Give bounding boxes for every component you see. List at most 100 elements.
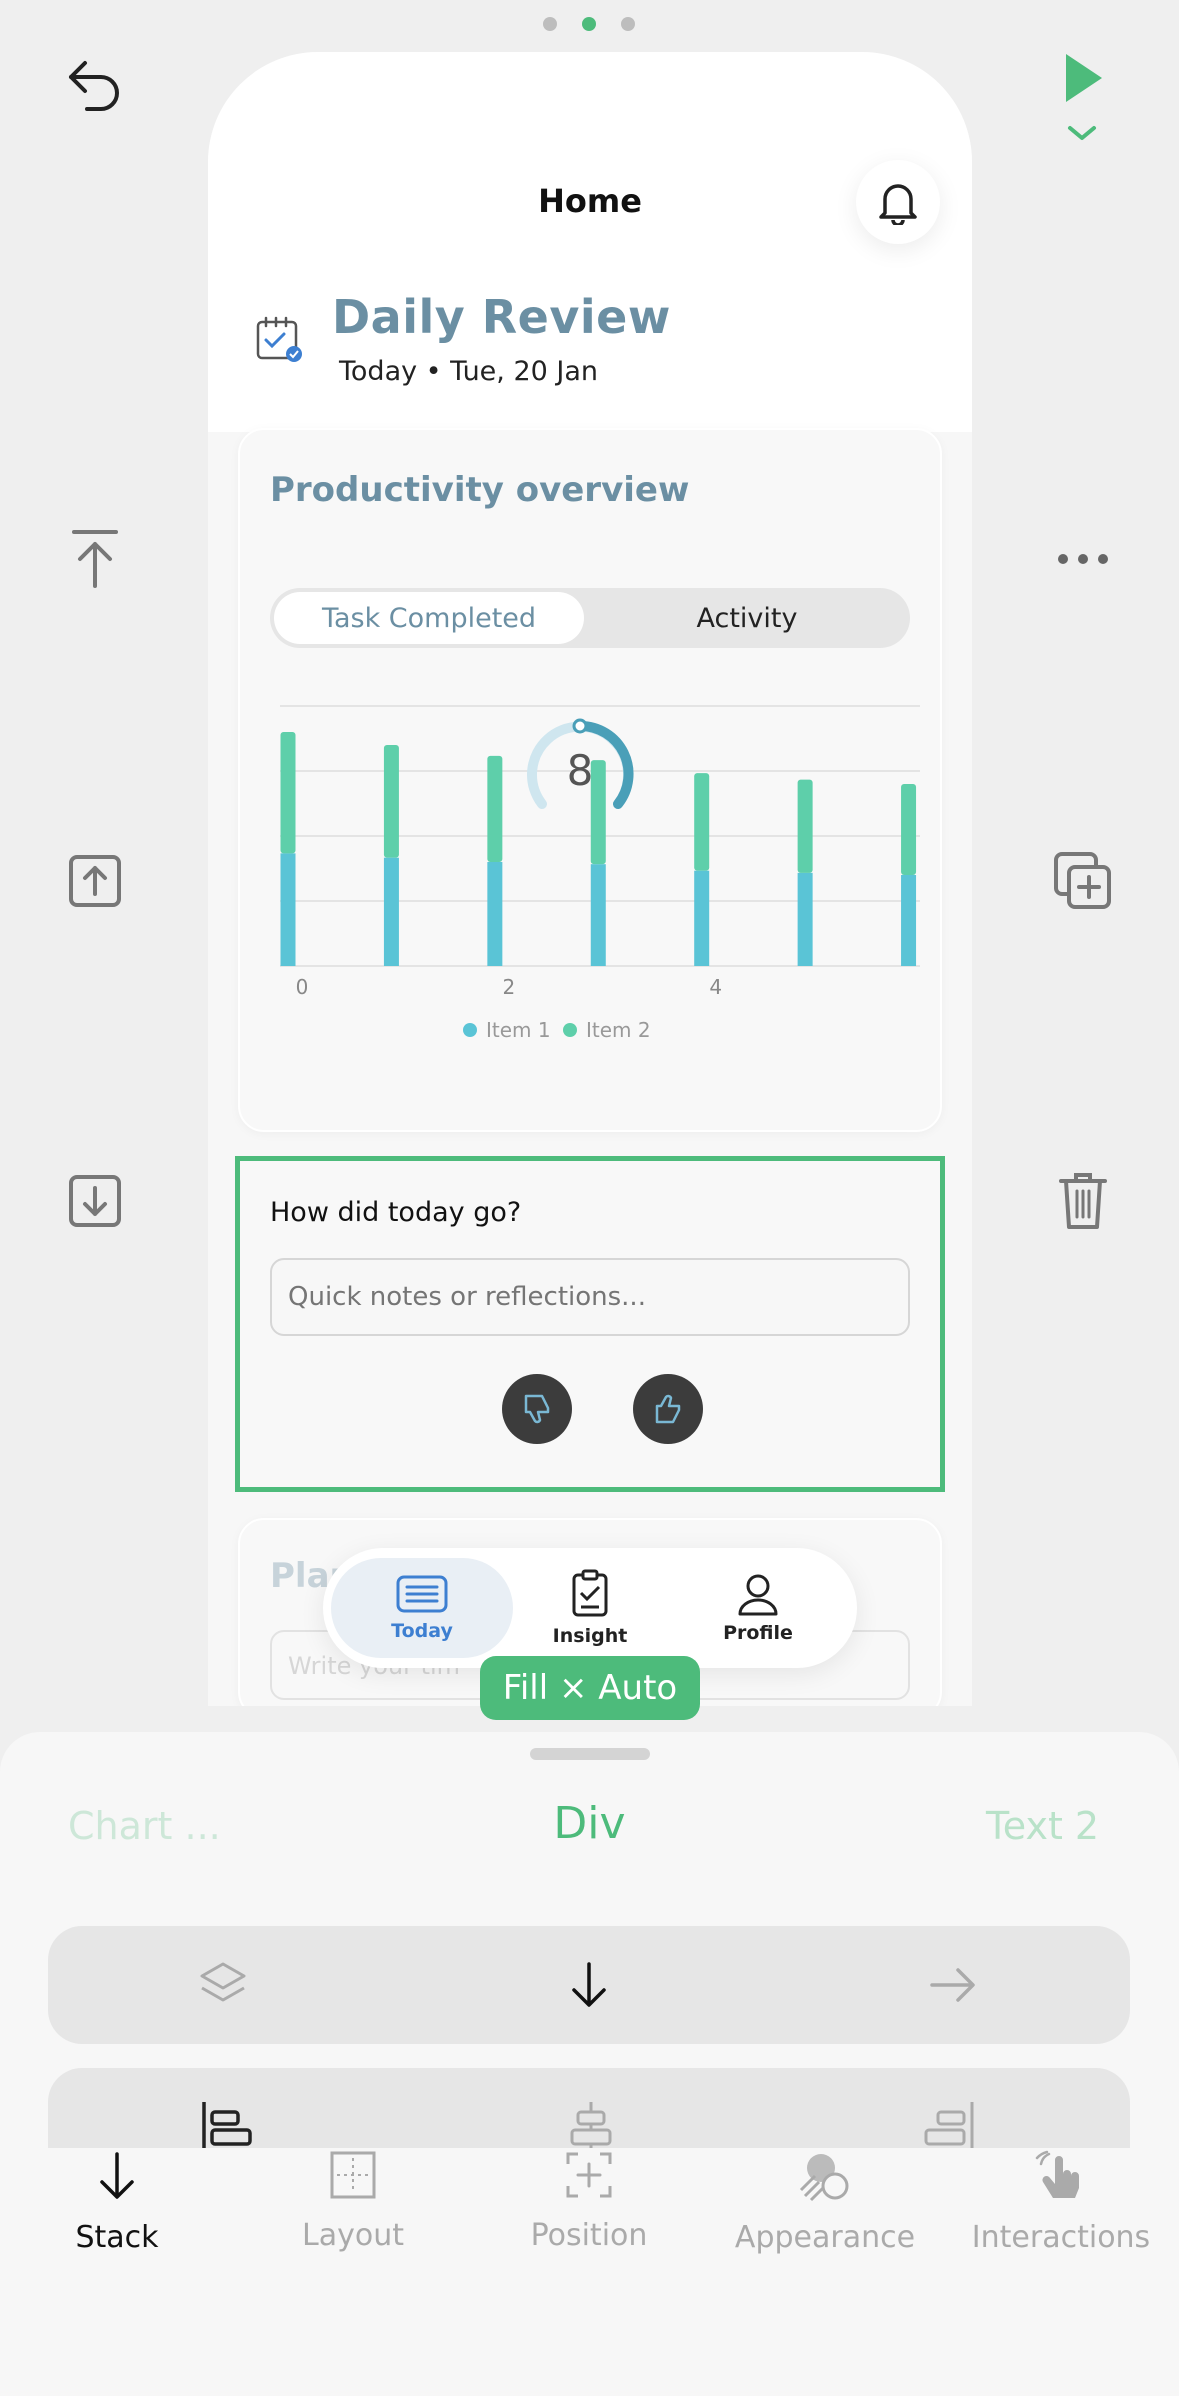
reflection-question: How did today go? [270,1197,522,1228]
gauge-value: 8 [566,746,594,795]
tab-layout-label: Layout [302,2218,404,2253]
selected-div-reflection[interactable]: How did today go? [235,1156,945,1492]
more-options-button[interactable] [1038,514,1128,604]
undo-icon [69,61,119,111]
review-title: Daily Review [332,290,671,344]
bar-item2-2 [487,755,503,862]
thumbs-up-icon [655,1394,681,1424]
stack-arrow-down-icon [100,2152,134,2199]
today-list-icon [396,1575,448,1613]
nav-profile-label: Profile [723,1622,793,1644]
bar-item1-0 [280,853,296,966]
align-left-button[interactable] [200,2100,254,2148]
tab-position[interactable]: Position [474,2150,704,2253]
productivity-card: Productivity overview Task Completed Act… [238,428,942,1132]
move-to-top-button[interactable] [50,514,140,604]
arrow-right-icon [930,1968,975,2002]
tap-hand-icon [1035,2150,1079,2198]
play-icon [1066,54,1102,140]
bar-item1-6 [901,875,917,966]
segment-activity[interactable]: Activity [584,588,910,648]
layers-button[interactable] [198,1960,248,2010]
trash-icon [1059,1173,1107,1229]
align-center-button[interactable] [566,2100,616,2148]
thumbs-down-button[interactable] [502,1374,572,1444]
segmented-control: Task Completed Activity [270,588,910,648]
appearance-shapes-icon [799,2154,849,2202]
alignment-row [48,2068,1130,2148]
calendar-check-icon [254,314,304,364]
productivity-title: Productivity overview [270,470,690,510]
legend-label: Item 2 [586,1018,651,1042]
bar-item1-4 [694,870,710,966]
legend-swatch [563,1023,577,1037]
nav-insight-label: Insight [552,1625,628,1647]
nav-today[interactable]: Today [337,1548,507,1668]
x-tick-label: 0 [296,975,309,999]
reflection-input[interactable] [270,1258,910,1336]
tab-interactions[interactable]: Interactions [946,2150,1176,2255]
bar-item1-3 [590,864,606,966]
page-dot-3[interactable] [621,17,635,31]
segment-task-completed[interactable]: Task Completed [274,592,584,644]
tab-stack-label: Stack [75,2220,159,2255]
bar-item1-5 [797,872,813,966]
duplicate-icon [1054,852,1111,909]
crumb-next[interactable]: Text 2 [986,1804,1099,1848]
thumbs-down-icon [524,1394,550,1424]
bar-item2-4 [694,773,710,871]
size-badge[interactable]: Fill × Auto [480,1656,700,1720]
play-button[interactable] [1038,50,1128,150]
nav-today-label: Today [391,1620,453,1642]
tab-appearance[interactable]: Appearance [710,2150,940,2255]
thumbs-up-button[interactable] [633,1374,703,1444]
legend-label: Item 1 [486,1018,551,1042]
clipboard-check-icon [572,1569,608,1617]
bar-item2-6 [901,784,917,875]
tab-position-label: Position [530,2218,648,2253]
tab-appearance-label: Appearance [734,2220,916,2255]
horizontal-direction-button[interactable] [928,1962,978,2008]
notification-button[interactable] [856,160,940,244]
bar-item2-1 [383,745,399,858]
page-dot-2-active[interactable] [582,17,596,31]
x-tick-label: 4 [709,975,722,999]
review-date: Today • Tue, 20 Jan [339,356,599,387]
x-tick-label: 2 [502,975,515,999]
move-down-button[interactable] [50,1156,140,1246]
align-center-icon [570,2102,612,2148]
nav-insight[interactable]: Insight [505,1548,675,1668]
layout-grid-icon [330,2151,376,2199]
tab-stack[interactable]: Stack [2,2150,232,2255]
position-add-icon [566,2152,612,2198]
bar-item1-1 [383,857,399,966]
bar-item2-5 [797,779,813,873]
bar-item1-2 [487,862,503,966]
layers-icon [200,1962,246,2002]
delete-button[interactable] [1038,1156,1128,1246]
sheet-grabber[interactable] [530,1748,650,1760]
tab-interactions-label: Interactions [971,2220,1151,2255]
legend-swatch [463,1023,477,1037]
bell-icon [879,184,917,225]
duplicate-button[interactable] [1038,836,1128,926]
arrow-down-icon [572,1962,606,2007]
nav-profile[interactable]: Profile [673,1548,843,1668]
user-icon [738,1574,778,1616]
page-dot-1[interactable] [543,17,557,31]
align-left-icon [202,2102,252,2148]
undo-button[interactable] [50,40,140,130]
direction-row [48,1926,1130,2044]
bar-item2-0 [280,732,296,854]
more-horizontal-icon [1058,554,1108,564]
arrow-down-box-icon [69,1175,121,1227]
align-right-button[interactable] [922,2100,976,2148]
move-up-button[interactable] [50,836,140,926]
tab-layout[interactable]: Layout [238,2150,468,2253]
arrow-up-box-icon [69,855,121,907]
arrow-to-top-icon [72,530,118,588]
gauge: 8 [520,714,640,824]
bottom-nav: Today Insight Profile [323,1548,857,1668]
align-right-icon [924,2102,974,2148]
vertical-direction-button[interactable] [566,1960,612,2010]
